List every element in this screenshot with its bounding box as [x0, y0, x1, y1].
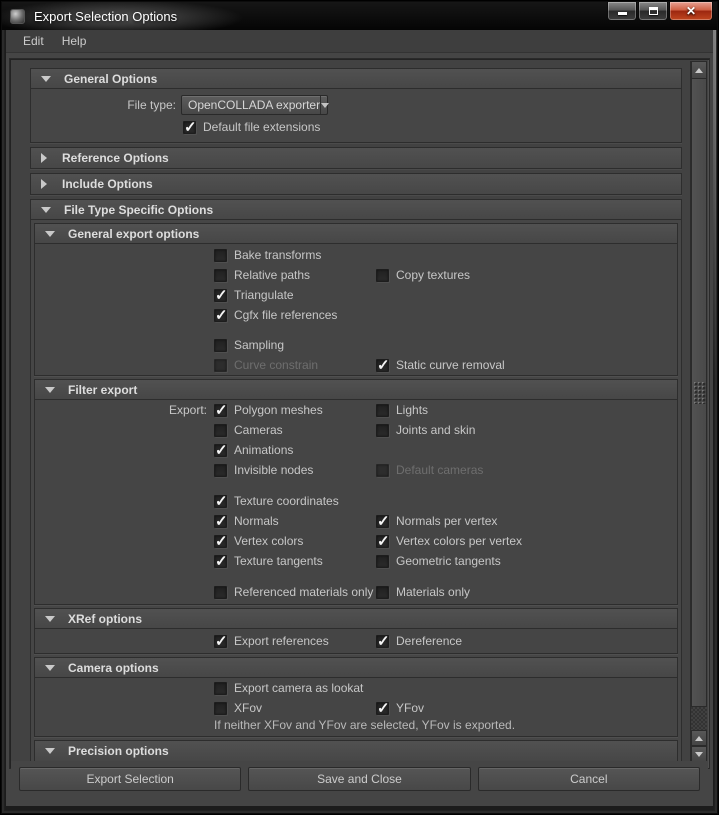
- checkbox-lights[interactable]: [376, 404, 389, 417]
- checkbox-texture-tangents[interactable]: [214, 555, 227, 568]
- maximize-button[interactable]: [638, 2, 668, 21]
- chevron-right-icon: [41, 153, 47, 163]
- checkbox-default-cameras: [376, 464, 389, 477]
- checkbox-default-file-extensions[interactable]: [183, 121, 196, 134]
- checkbox-static-curve-removal[interactable]: [376, 359, 389, 372]
- section-general-options: General Options File type: OpenCOLLADA e…: [30, 68, 682, 143]
- window-edge-highlight: [713, 30, 716, 380]
- chevron-down-icon: [45, 616, 55, 622]
- file-type-value: OpenCOLLADA exporter: [182, 98, 320, 112]
- section-header-filter-export[interactable]: Filter export: [35, 380, 677, 400]
- section-header-file-type-specific-options[interactable]: File Type Specific Options: [31, 200, 681, 220]
- checkbox-export-references[interactable]: [214, 635, 227, 648]
- section-header-reference-options[interactable]: Reference Options: [31, 148, 681, 168]
- export-prefix-label: Export:: [35, 400, 207, 420]
- scrollbar-thumb[interactable]: [691, 79, 707, 707]
- section-header-general-options[interactable]: General Options: [31, 69, 681, 89]
- section-xref-options: XRef options Export references: [34, 608, 678, 654]
- section-precision-options: Precision options: [34, 740, 678, 762]
- checkbox-geometric-tangents[interactable]: [376, 555, 389, 568]
- options-viewport: General Options File type: OpenCOLLADA e…: [12, 61, 688, 764]
- checkbox-animations[interactable]: [214, 444, 227, 457]
- checkbox-label[interactable]: Default file extensions: [203, 120, 320, 134]
- chevron-down-icon: [41, 207, 51, 213]
- checkbox-yfov[interactable]: [376, 702, 389, 715]
- checkbox-cameras[interactable]: [214, 424, 227, 437]
- section-header-include-options[interactable]: Include Options: [31, 174, 681, 194]
- options-scroll-area: General Options File type: OpenCOLLADA e…: [9, 58, 710, 769]
- section-header-camera-options[interactable]: Camera options: [35, 658, 677, 678]
- close-button[interactable]: ✕: [669, 2, 713, 21]
- dropdown-arrow-box: [320, 96, 329, 114]
- chevron-down-icon: [45, 387, 55, 393]
- section-header-general-export-options[interactable]: General export options: [35, 224, 677, 244]
- vertical-scrollbar[interactable]: [690, 61, 707, 762]
- scrollbar-grip-icon: [694, 382, 706, 404]
- minimize-button[interactable]: [607, 2, 637, 21]
- checkbox-export-camera-as-lookat[interactable]: [214, 682, 227, 695]
- export-selection-options-window: Export Selection Options ✕ Edit Help Gen…: [0, 0, 719, 815]
- section-file-type-specific-options: File Type Specific Options General expor…: [30, 199, 682, 764]
- menu-edit[interactable]: Edit: [14, 31, 53, 51]
- export-selection-button[interactable]: Export Selection: [19, 767, 241, 791]
- checkbox-relative-paths[interactable]: [214, 269, 227, 282]
- file-type-specific-body: General export options Bake transforms: [31, 220, 681, 764]
- chevron-down-icon: [41, 76, 51, 82]
- checkbox-texture-coordinates[interactable]: [214, 495, 227, 508]
- cancel-button[interactable]: Cancel: [478, 767, 700, 791]
- checkbox-triangulate[interactable]: [214, 289, 227, 302]
- checkbox-copy-textures[interactable]: [376, 269, 389, 282]
- section-include-options: Include Options: [30, 173, 682, 195]
- scrollbar-down-button[interactable]: [691, 746, 707, 762]
- arrow-down-icon: [695, 752, 703, 757]
- checkbox-bake-transforms[interactable]: [214, 249, 227, 262]
- section-header-xref-options[interactable]: XRef options: [35, 609, 677, 629]
- chevron-down-icon: [45, 231, 55, 237]
- arrow-up-icon: [695, 736, 703, 741]
- section-camera-options: Camera options Export camera as lookat: [34, 657, 678, 737]
- checkbox-xfov[interactable]: [214, 702, 227, 715]
- maximize-icon: [649, 7, 658, 15]
- general-options-body: File type: OpenCOLLADA exporter Default …: [31, 89, 681, 142]
- section-general-export-options: General export options Bake transforms: [34, 223, 678, 376]
- minimize-icon: [618, 12, 627, 15]
- file-type-label: File type:: [31, 95, 176, 115]
- camera-note: If neither XFov and YFov are selected, Y…: [35, 718, 677, 734]
- checkbox-vertex-colors-per-vertex[interactable]: [376, 535, 389, 548]
- scrollbar-track[interactable]: [691, 707, 707, 730]
- section-header-precision-options[interactable]: Precision options: [35, 741, 677, 761]
- checkbox-polygon-meshes[interactable]: [214, 404, 227, 417]
- section-reference-options: Reference Options: [30, 147, 682, 169]
- checkbox-vertex-colors[interactable]: [214, 535, 227, 548]
- footer-button-row: Export Selection Save and Close Cancel: [11, 761, 708, 798]
- checkbox-invisible-nodes[interactable]: [214, 464, 227, 477]
- checkbox-referenced-materials-only[interactable]: [214, 586, 227, 599]
- checkbox-materials-only[interactable]: [376, 586, 389, 599]
- window-controls: ✕: [606, 2, 713, 21]
- scrollbar-up-button-bottom[interactable]: [691, 730, 707, 746]
- menubar: Edit Help: [6, 30, 713, 53]
- checkbox-cgfx-file-references[interactable]: [214, 309, 227, 322]
- app-icon: [10, 9, 25, 24]
- chevron-right-icon: [41, 179, 47, 189]
- checkbox-dereference[interactable]: [376, 635, 389, 648]
- checkbox-normals[interactable]: [214, 515, 227, 528]
- checkbox-sampling[interactable]: [214, 339, 227, 352]
- save-and-close-button[interactable]: Save and Close: [248, 767, 470, 791]
- close-icon: ✕: [686, 5, 696, 17]
- scrollbar-up-button[interactable]: [691, 61, 707, 79]
- section-filter-export: Filter export Export: Polygon meshes: [34, 379, 678, 605]
- menu-help[interactable]: Help: [53, 31, 96, 51]
- chevron-down-icon: [45, 665, 55, 671]
- checkbox-normals-per-vertex[interactable]: [376, 515, 389, 528]
- file-type-dropdown[interactable]: OpenCOLLADA exporter: [181, 95, 328, 115]
- chevron-down-icon: [321, 103, 329, 108]
- window-title: Export Selection Options: [34, 9, 177, 24]
- checkbox-curve-constrain: [214, 359, 227, 372]
- arrow-up-icon: [695, 68, 703, 73]
- titlebar[interactable]: Export Selection Options ✕: [2, 2, 717, 30]
- dialog-body: General Options File type: OpenCOLLADA e…: [6, 53, 713, 806]
- chevron-down-icon: [45, 748, 55, 754]
- checkbox-joints-and-skin[interactable]: [376, 424, 389, 437]
